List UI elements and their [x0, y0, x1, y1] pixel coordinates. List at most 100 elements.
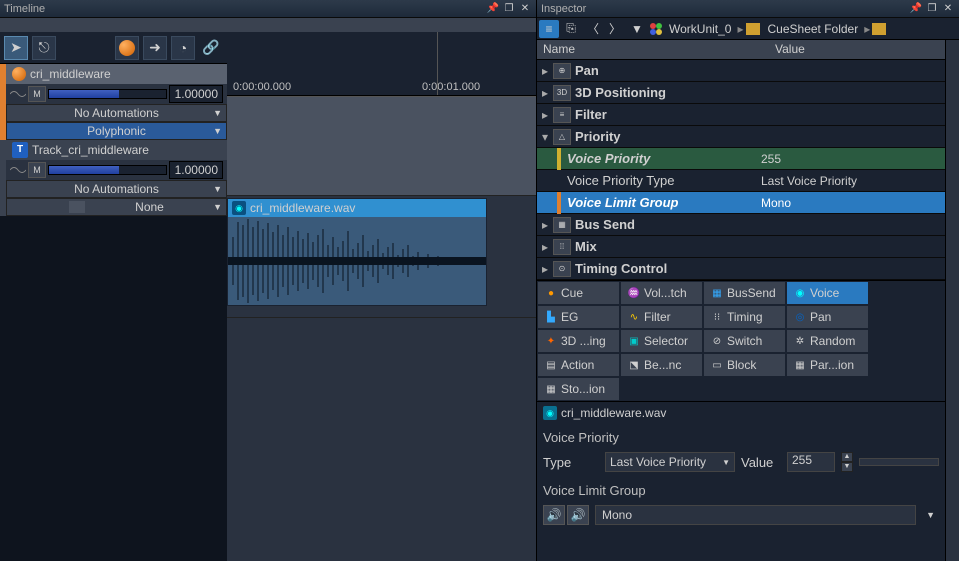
speaker-left-icon[interactable]: 🔊: [543, 505, 565, 525]
type-combo[interactable]: Last Voice Priority▼: [605, 452, 735, 472]
timeline-ruler[interactable]: 0:00:00.000 0:00:01.000: [227, 32, 536, 96]
tab-action[interactable]: ▤Action: [537, 353, 620, 377]
timeline-canvas[interactable]: 0:00:00.000 0:00:01.000 ◉ cri_middleware…: [227, 32, 536, 561]
wave-icon: [10, 87, 26, 101]
tab-random[interactable]: ✲Random: [786, 329, 869, 353]
tab-filter[interactable]: ∿Filter: [620, 305, 703, 329]
volume-slider-1[interactable]: [48, 89, 167, 99]
value-slider[interactable]: [859, 458, 939, 466]
section-voice-limit-group: Voice Limit Group: [543, 483, 939, 498]
clip-filename: cri_middleware.wav: [250, 201, 355, 215]
prop-row-filter[interactable]: ▸≡ Filter: [537, 104, 945, 126]
arrow-tool[interactable]: ➜: [143, 36, 167, 60]
automations-dropdown-1[interactable]: No Automations▼: [6, 104, 227, 122]
property-list: ▸⊕ Pan ▸3D 3D Positioning ▸≡ Filter ▾△ P…: [537, 60, 945, 280]
timeline-toolbar: ➤ ⎋ ➜ ◔ 🔗: [0, 32, 227, 64]
folder-icon: [746, 23, 760, 35]
prop-row-pan[interactable]: ▸⊕ Pan: [537, 60, 945, 82]
tab-storage[interactable]: ▦Sto...ion: [537, 377, 620, 401]
prop-row-bus-send[interactable]: ▸▦ Bus Send: [537, 214, 945, 236]
ruler-time-1: 0:00:01.000: [422, 81, 480, 93]
track-type-icon: T: [12, 142, 28, 158]
prop-row-voice-priority-type[interactable]: Voice Priority Type Last Voice Priority: [537, 170, 945, 192]
inspector-panel: Inspector 📌 ❐ ✕ ≡ ⎘ 〈 〉 ▼ WorkUnit_0 ▸ C…: [537, 0, 959, 561]
inspector-title: Inspector: [541, 3, 909, 15]
inspector-scrollbar[interactable]: [945, 40, 959, 561]
breadcrumb-workunit[interactable]: WorkUnit_0: [665, 22, 735, 36]
type-label: Type: [543, 455, 599, 470]
value-input[interactable]: 255: [787, 452, 835, 472]
tab-cue[interactable]: ●Cue: [537, 281, 620, 305]
tab-switch[interactable]: ⊘Switch: [703, 329, 786, 353]
section-voice-priority: Voice Priority: [543, 430, 939, 445]
window-icon[interactable]: ❐: [925, 2, 939, 16]
tab-selector[interactable]: ▣Selector: [620, 329, 703, 353]
tab-bus-send[interactable]: ▦BusSend: [703, 281, 786, 305]
automations-dropdown-2[interactable]: No Automations▼: [6, 180, 227, 198]
tab-partition[interactable]: ▦Par...ion: [786, 353, 869, 377]
audio-track-lane[interactable]: ◉ cri_middleware.wav: [227, 198, 536, 318]
clock-tool[interactable]: ◔: [171, 36, 195, 60]
inspector-title-bar: Inspector 📌 ❐ ✕: [537, 0, 959, 18]
value-spinner[interactable]: ▲▼: [841, 452, 853, 472]
tab-beat-sync[interactable]: ⬔Be...nc: [620, 353, 703, 377]
orb-tool[interactable]: [115, 36, 139, 60]
tab-3d-positioning[interactable]: ✦3D ...ing: [537, 329, 620, 353]
value-label: Value: [741, 455, 781, 470]
nav-back-icon[interactable]: 〈: [583, 20, 603, 38]
mute-button-2[interactable]: M: [28, 162, 46, 178]
tab-block[interactable]: ▭Block: [703, 353, 786, 377]
track-header-1[interactable]: cri_middleware: [6, 64, 227, 84]
detail-panel: ◉ cri_middleware.wav Voice Priority Type…: [537, 402, 945, 561]
timeline-title-bar: Timeline 📌 ❐ ✕: [0, 0, 536, 18]
tab-voice[interactable]: ◉Voice: [786, 281, 869, 305]
link-tool[interactable]: 🔗: [199, 36, 223, 60]
volume-slider-2[interactable]: [48, 165, 167, 175]
menu-icon[interactable]: ≡: [539, 20, 559, 38]
chevron-down-icon[interactable]: ▼: [627, 20, 647, 38]
waveform-display: [228, 217, 486, 305]
breadcrumb-folder[interactable]: CueSheet Folder: [764, 22, 863, 36]
breadcrumb-bar: ≡ ⎘ 〈 〉 ▼ WorkUnit_0 ▸ CueSheet Folder ▸: [537, 18, 959, 40]
wave-icon: [10, 163, 26, 177]
prop-row-3d[interactable]: ▸3D 3D Positioning: [537, 82, 945, 104]
pin-icon[interactable]: 📌: [486, 2, 500, 16]
track-header-2[interactable]: T Track_cri_middleware: [6, 140, 227, 160]
prop-row-mix[interactable]: ▸⁞⁞ Mix: [537, 236, 945, 258]
close-icon[interactable]: ✕: [941, 2, 955, 16]
mode-dropdown-1[interactable]: Polyphonic▼: [6, 122, 227, 140]
volume-value-2[interactable]: 1.00000: [169, 161, 223, 179]
tab-timing[interactable]: ⁝⁝Timing: [703, 305, 786, 329]
limit-group-field[interactable]: Mono: [595, 505, 916, 525]
prop-row-voice-priority[interactable]: Voice Priority 255: [537, 148, 945, 170]
file-reference[interactable]: ◉ cri_middleware.wav: [543, 406, 939, 420]
chevron-down-icon[interactable]: ▼: [922, 510, 939, 520]
wave-file-icon: ◉: [543, 406, 557, 420]
timeline-panel: Timeline 📌 ❐ ✕ ➤ ⎋ ➜ ◔ 🔗: [0, 0, 537, 561]
pointer-tool[interactable]: ➤: [4, 36, 28, 60]
prop-row-priority[interactable]: ▾△ Priority: [537, 126, 945, 148]
close-icon[interactable]: ✕: [518, 2, 532, 16]
tab-bar: ●Cue ♒Vol...tch ▦BusSend ◉Voice ▙EG ∿Fil…: [537, 280, 945, 402]
column-value: Value: [769, 40, 811, 59]
cue-orb-icon: [12, 67, 26, 81]
prop-row-voice-limit-group[interactable]: Voice Limit Group Mono: [537, 192, 945, 214]
clip-wave-icon: ◉: [232, 201, 246, 215]
speaker-right-icon[interactable]: 🔊: [567, 505, 589, 525]
split-tool[interactable]: ⎋: [32, 36, 56, 60]
copy-icon[interactable]: ⎘: [561, 20, 581, 38]
pin-icon[interactable]: 📌: [909, 2, 923, 16]
volume-value-1[interactable]: 1.00000: [169, 85, 223, 103]
nav-forward-icon[interactable]: 〉: [605, 20, 625, 38]
tab-eg[interactable]: ▙EG: [537, 305, 620, 329]
timeline-title: Timeline: [4, 3, 486, 15]
mute-button-1[interactable]: M: [28, 86, 46, 102]
prop-row-timing[interactable]: ▸⊙ Timing Control: [537, 258, 945, 280]
ruler-time-0: 0:00:00.000: [233, 81, 291, 93]
tab-volume-pitch[interactable]: ♒Vol...tch: [620, 281, 703, 305]
mode-dropdown-2[interactable]: None▼: [6, 198, 227, 216]
tab-pan[interactable]: ◎Pan: [786, 305, 869, 329]
column-name: Name: [537, 40, 769, 59]
window-icon[interactable]: ❐: [502, 2, 516, 16]
audio-clip[interactable]: ◉ cri_middleware.wav: [227, 198, 487, 306]
